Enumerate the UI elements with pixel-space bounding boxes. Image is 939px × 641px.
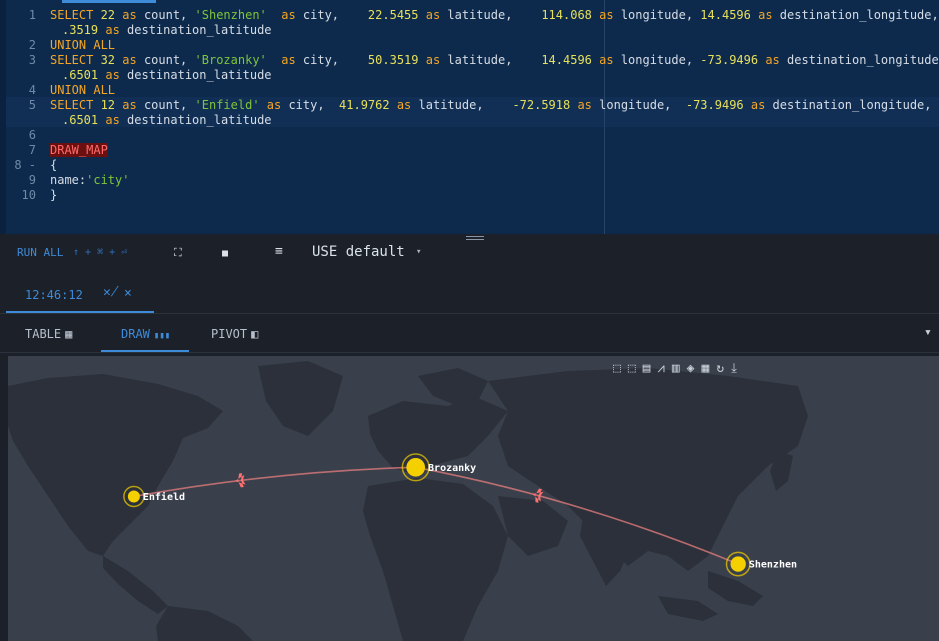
code-text: name:'city' xyxy=(50,173,130,187)
code-line[interactable]: .6501 as destination_latitude xyxy=(0,113,939,128)
tiled-icon[interactable]: ▦ xyxy=(701,361,709,376)
line-number: 5 xyxy=(28,98,36,112)
select-poly-icon[interactable]: ⬚ xyxy=(628,361,636,376)
line-number: 9 xyxy=(28,173,36,187)
menu-icon[interactable]: ≡ xyxy=(275,244,283,259)
bar-chart-icon: ▮▮▮ xyxy=(153,331,171,341)
pin-icon[interactable]: ▾ xyxy=(924,325,932,340)
run-all-button[interactable]: RUN ALL xyxy=(17,246,63,259)
city-dot xyxy=(730,556,746,572)
restore-icon[interactable]: ↻ xyxy=(716,361,724,376)
code-text: SELECT 12 as count, 'Enfield' as city, 4… xyxy=(50,98,939,112)
city-label: Brozanky xyxy=(428,463,476,474)
select-rect-icon[interactable]: ⬚ xyxy=(613,361,621,376)
code-text: UNION ALL xyxy=(50,83,116,97)
result-tab-time[interactable]: 12:46:12 xyxy=(25,288,83,302)
grid-icon: ▦ xyxy=(65,327,73,341)
code-line[interactable]: 2 UNION ALL xyxy=(0,38,939,53)
code-text: DRAW_MAP xyxy=(50,143,108,157)
code-line[interactable]: 9 name:'city' xyxy=(0,173,939,188)
bar-icon[interactable]: ▥ xyxy=(672,361,680,376)
line-number: 4 xyxy=(28,83,36,97)
code-line[interactable]: 1 SELECT 22 as count, 'Shenzhen' as city,… xyxy=(0,8,939,23)
code-line[interactable]: 8 - { xyxy=(0,158,939,173)
line-number: 6 xyxy=(28,128,36,142)
code-line[interactable]: 6 xyxy=(0,128,939,143)
editor-tab-indicator xyxy=(62,0,156,3)
line-icon[interactable]: ⩘ xyxy=(657,361,664,376)
query-toolbar: RUN ALL ↑ + ⌘ + ⏎ ⛶ ■ ≡ USE default ▾ xyxy=(0,240,939,268)
chevron-down-icon[interactable]: ▾ xyxy=(416,247,421,257)
code-line[interactable]: 5 SELECT 12 as count, 'Enfield' as city, … xyxy=(0,98,939,113)
download-icon[interactable]: ⤓ xyxy=(731,361,737,376)
line-number: 10 xyxy=(21,188,36,202)
sql-editor[interactable]: 1 SELECT 22 as count, 'Shenzhen' as city,… xyxy=(0,0,939,234)
code-line[interactable]: 10} xyxy=(0,188,939,203)
line-number: 3 xyxy=(28,53,36,67)
result-tabs: 12:46:12 ✕̸ × xyxy=(0,278,939,314)
tab-table[interactable]: TABLE ▦ xyxy=(25,327,72,341)
city-dot xyxy=(406,457,426,477)
code-line[interactable]: 3 SELECT 32 as count, 'Brozanky' as city,… xyxy=(0,53,939,68)
code-line[interactable]: 4 UNION ALL xyxy=(0,83,939,98)
run-shortcut-hint: ↑ + ⌘ + ⏎ xyxy=(73,247,128,258)
stack-icon[interactable]: ◈ xyxy=(687,361,695,376)
close-result-button[interactable]: × xyxy=(124,286,132,301)
city-marker[interactable]: Shenzhen xyxy=(725,551,798,577)
line-number: 1 xyxy=(28,8,36,22)
city-label: Enfield xyxy=(143,491,185,503)
database-select[interactable]: USE default xyxy=(312,244,405,260)
map-panel[interactable]: Brozanky Enfield Shenzhen ⬚ ⬚ ▤ ⩘ ▥ ◈ ▦ ↻ ⤓ xyxy=(8,356,939,641)
code-line[interactable]: .6501 as destination_latitude xyxy=(0,68,939,83)
fullscreen-icon[interactable]: ⛶ xyxy=(174,246,182,260)
city-label: Shenzhen xyxy=(749,560,797,571)
land-masses xyxy=(8,361,808,641)
view-tabs: TABLE ▦ DRAW ▮▮▮ PIVOT ◧ ▾ xyxy=(0,316,939,353)
line-number: 2 xyxy=(28,38,36,52)
code-text: SELECT 22 as count, 'Shenzhen' as city, … xyxy=(50,8,939,22)
unpin-icon[interactable]: ✕̸ xyxy=(103,285,119,300)
save-icon[interactable]: ■ xyxy=(222,248,228,259)
code-text: UNION ALL xyxy=(50,38,116,52)
pivot-icon: ◧ xyxy=(251,327,259,341)
code-text: { xyxy=(50,158,58,172)
code-text: .6501 as destination_latitude xyxy=(62,68,272,82)
code-text: SELECT 32 as count, 'Brozanky' as city, … xyxy=(50,53,939,67)
city-dot xyxy=(127,490,140,503)
map-toolbox: ⬚ ⬚ ▤ ⩘ ▥ ◈ ▦ ↻ ⤓ xyxy=(613,361,744,377)
divider xyxy=(0,352,939,353)
line-number: 7 xyxy=(28,143,36,157)
code-text: .3519 as destination_latitude xyxy=(62,23,272,37)
code-text: } xyxy=(50,188,58,202)
world-map[interactable]: Brozanky Enfield Shenzhen xyxy=(8,356,939,641)
data-view-icon[interactable]: ▤ xyxy=(643,361,651,376)
divider xyxy=(0,313,939,314)
code-text: .6501 as destination_latitude xyxy=(62,113,272,127)
tab-pivot[interactable]: PIVOT ◧ xyxy=(211,327,258,341)
tab-draw[interactable]: DRAW ▮▮▮ xyxy=(121,327,170,341)
code-line[interactable]: .3519 as destination_latitude xyxy=(0,23,939,38)
code-line[interactable]: 7 DRAW_MAP xyxy=(0,143,939,158)
line-number: 8 - xyxy=(14,158,36,172)
